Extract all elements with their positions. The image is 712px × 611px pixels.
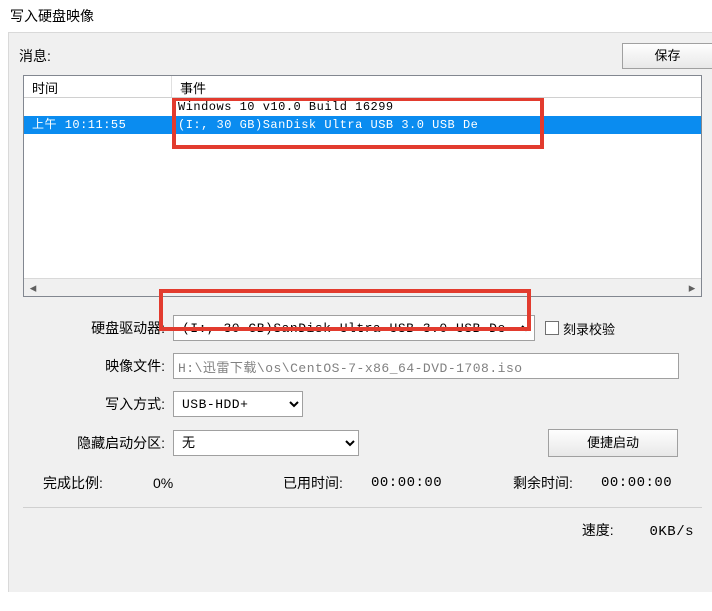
messages-label: 消息:: [19, 46, 51, 66]
scroll-right-icon[interactable]: ▸: [683, 279, 701, 297]
elapsed-value: 00:00:00: [371, 475, 513, 491]
speed-value: 0KB/s: [649, 524, 694, 540]
write-method-label: 写入方式:: [23, 394, 173, 414]
scroll-left-icon[interactable]: ◂: [24, 279, 42, 297]
cell-time: 上午 10:11:55: [24, 116, 172, 134]
separator: [23, 507, 702, 508]
cell-event: Windows 10 v10.0 Build 16299: [172, 98, 701, 116]
quick-boot-button[interactable]: 便捷启动: [548, 429, 678, 457]
drive-select[interactable]: (I:, 30 GB)SanDisk Ultra USB 3.0 USB De: [173, 315, 535, 341]
table-row[interactable]: Windows 10 v10.0 Build 16299: [24, 98, 701, 116]
table-row[interactable]: 上午 10:11:55 (I:, 30 GB)SanDisk Ultra USB…: [24, 116, 701, 134]
remaining-value: 00:00:00: [601, 475, 672, 491]
drive-label: 硬盘驱动器:: [23, 318, 173, 338]
speed-label: 速度:: [582, 522, 614, 538]
verify-checkbox[interactable]: [545, 321, 559, 335]
column-header-event[interactable]: 事件: [172, 76, 701, 97]
progress-label: 完成比例:: [43, 473, 153, 493]
column-header-time[interactable]: 时间: [24, 76, 172, 97]
progress-value: 0%: [153, 475, 283, 491]
image-file-label: 映像文件:: [23, 356, 173, 376]
cell-time: [24, 98, 172, 116]
cell-event: (I:, 30 GB)SanDisk Ultra USB 3.0 USB De: [172, 116, 701, 134]
write-method-select[interactable]: USB-HDD+: [173, 391, 303, 417]
save-button[interactable]: 保存: [622, 43, 712, 69]
hidden-boot-label: 隐藏启动分区:: [23, 433, 173, 453]
window-title: 写入硬盘映像: [0, 0, 712, 30]
event-list[interactable]: 时间 事件 Windows 10 v10.0 Build 16299 上午 10…: [23, 75, 702, 297]
main-panel: 消息: 保存 时间 事件 Windows 10 v10.0 Build 1629…: [8, 32, 712, 592]
event-list-body: Windows 10 v10.0 Build 16299 上午 10:11:55…: [24, 98, 701, 278]
options-form: 硬盘驱动器: (I:, 30 GB)SanDisk Ultra USB 3.0 …: [9, 297, 712, 493]
horizontal-scrollbar[interactable]: ◂ ▸: [24, 278, 701, 296]
remaining-label: 剩余时间:: [513, 473, 601, 493]
image-file-input[interactable]: [173, 353, 679, 379]
verify-label: 刻录校验: [563, 319, 615, 338]
hidden-boot-select[interactable]: 无: [173, 430, 359, 456]
elapsed-label: 已用时间:: [283, 473, 371, 493]
